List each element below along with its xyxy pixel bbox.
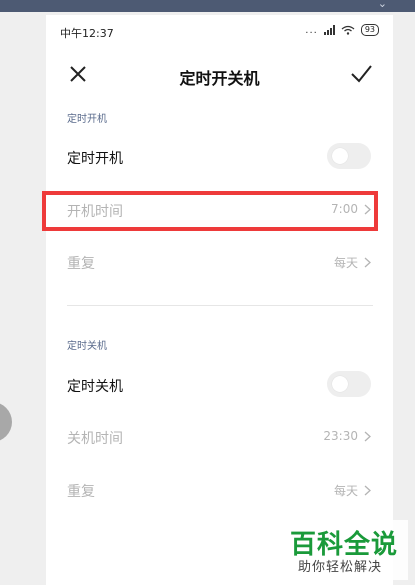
power-on-repeat-value: 每天: [333, 256, 358, 270]
power-on-toggle-row[interactable]: 定时开机: [46, 137, 393, 177]
status-icons: ... 93: [305, 24, 379, 36]
power-off-time-label: 关机时间: [67, 431, 123, 447]
signal-icon: [323, 25, 335, 35]
check-icon[interactable]: [350, 63, 372, 85]
toggle-knob: [332, 148, 348, 164]
chevron-right-icon: [364, 257, 371, 268]
power-off-time-row[interactable]: 关机时间 23:30: [46, 417, 393, 457]
status-bar: 中午12:37 ... 93: [46, 15, 393, 47]
power-off-time-value: 23:30: [323, 429, 358, 443]
power-off-repeat-row[interactable]: 重复 每天: [46, 470, 393, 510]
power-on-repeat-row[interactable]: 重复 每天: [46, 242, 393, 282]
section-label-power-off: 定时关机: [67, 341, 107, 352]
floating-handle[interactable]: [0, 402, 12, 442]
power-on-toggle[interactable]: [327, 143, 371, 169]
power-off-repeat-label: 重复: [67, 484, 95, 500]
watermark: 百科全说 助你轻松解决: [288, 520, 408, 580]
chevron-right-icon: [364, 431, 371, 441]
chevron-down-icon: ⌄: [377, 0, 387, 10]
chevron-right-icon: [364, 485, 371, 496]
status-time: 中午12:37: [60, 27, 114, 40]
page-title: 定时开关机: [179, 69, 260, 88]
power-off-toggle[interactable]: [327, 371, 371, 397]
power-off-repeat-value: 每天: [333, 484, 358, 498]
highlight-box: [42, 191, 378, 231]
battery-icon: 93: [360, 24, 379, 36]
watermark-subtitle: 助你轻松解决: [298, 560, 383, 575]
power-off-toggle-label: 定时关机: [67, 379, 123, 395]
power-on-repeat-label: 重复: [67, 256, 95, 272]
phone-screen: 中午12:37 ... 93 定时开关机 定时开机 定时开机 开机时间 7:00…: [46, 15, 393, 585]
power-on-repeat-value-group: 每天: [334, 254, 371, 271]
power-off-repeat-value-group: 每天: [334, 482, 371, 499]
section-divider: [67, 305, 373, 306]
header: 定时开关机: [46, 55, 393, 91]
top-strip: ⌄: [0, 0, 415, 12]
toggle-knob: [332, 376, 348, 392]
more-dots-icon: ...: [305, 24, 318, 36]
section-label-power-on: 定时开机: [67, 114, 107, 125]
wifi-icon: [341, 25, 355, 35]
power-off-toggle-row[interactable]: 定时关机: [46, 365, 393, 405]
power-off-time-value-group: 23:30: [323, 429, 371, 443]
power-on-toggle-label: 定时开机: [67, 151, 123, 167]
